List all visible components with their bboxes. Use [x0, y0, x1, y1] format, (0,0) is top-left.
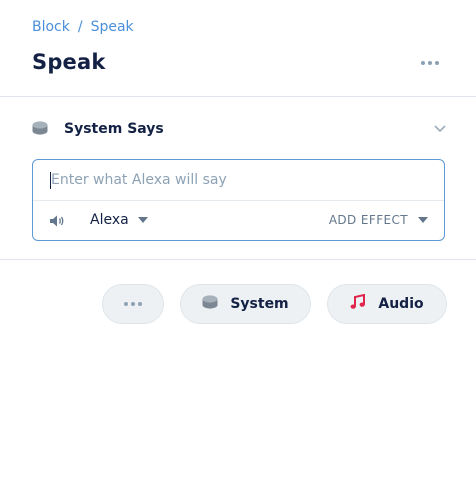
add-effect-label: ADD EFFECT [328, 213, 408, 227]
page-title: Speak [32, 50, 106, 74]
music-note-icon [350, 293, 366, 314]
section-label: System Says [64, 121, 164, 137]
chevron-down-icon[interactable] [434, 125, 446, 133]
caret-down-icon [137, 217, 148, 223]
speech-text-input[interactable] [33, 160, 444, 200]
more-horizontal-icon [124, 302, 142, 306]
header-divider [0, 96, 476, 97]
breadcrumb-parent[interactable]: Block [32, 19, 70, 35]
system-says-section-header[interactable]: System Says [32, 118, 446, 140]
more-options-button[interactable] [418, 54, 442, 72]
system-step-label: System [230, 296, 289, 312]
add-system-step-button[interactable]: System [180, 284, 311, 324]
breadcrumb-separator: / [77, 19, 83, 35]
volume-icon[interactable] [49, 213, 65, 232]
voice-select-value: Alexa [90, 212, 129, 228]
voice-select[interactable]: Alexa [90, 212, 148, 228]
speaker-puck-icon [32, 120, 48, 139]
breadcrumb-current[interactable]: Speak [91, 19, 134, 35]
breadcrumb: Block / Speak [32, 19, 134, 35]
more-horizontal-icon [421, 61, 439, 65]
add-effect-button[interactable]: ADD EFFECT [329, 213, 428, 227]
speech-editor: Alexa ADD EFFECT [32, 159, 445, 241]
section-divider [0, 259, 476, 260]
speaker-puck-icon [202, 295, 218, 313]
audio-step-label: Audio [378, 296, 424, 312]
text-caret [50, 172, 51, 189]
add-audio-step-button[interactable]: Audio [327, 284, 447, 324]
caret-down-icon [418, 217, 428, 223]
editor-controls: Alexa ADD EFFECT [33, 201, 444, 241]
more-steps-button[interactable] [102, 284, 164, 324]
